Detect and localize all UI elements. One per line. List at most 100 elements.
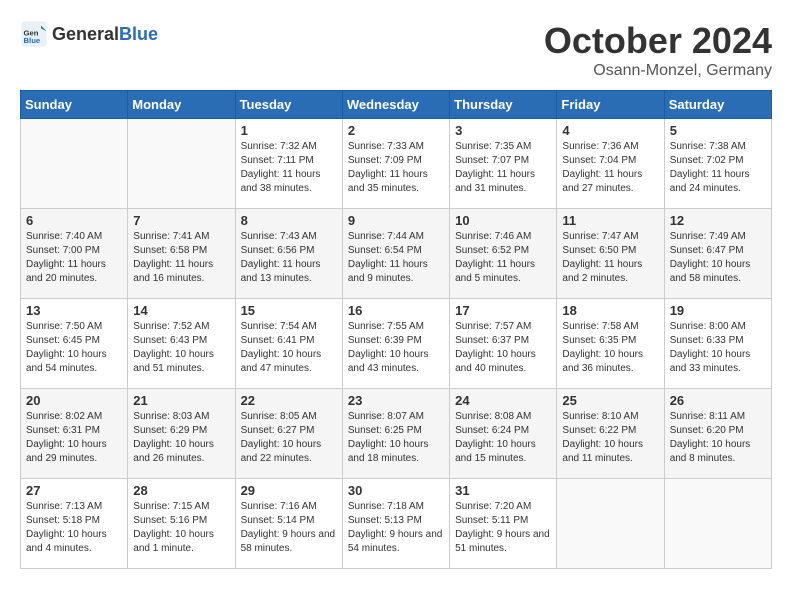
- day-info: Sunrise: 7:44 AM Sunset: 6:54 PM Dayligh…: [348, 230, 444, 286]
- day-info: Sunrise: 7:47 AM Sunset: 6:50 PM Dayligh…: [562, 230, 658, 286]
- day-info: Sunrise: 7:58 AM Sunset: 6:35 PM Dayligh…: [562, 320, 658, 376]
- day-number: 3: [455, 123, 551, 138]
- page-header: Gen Blue GeneralBlue October 2024 Osann-…: [20, 20, 772, 80]
- calendar-cell: 23Sunrise: 8:07 AM Sunset: 6:25 PM Dayli…: [342, 389, 449, 479]
- day-info: Sunrise: 8:08 AM Sunset: 6:24 PM Dayligh…: [455, 410, 551, 466]
- day-number: 15: [241, 303, 337, 318]
- calendar-cell: 14Sunrise: 7:52 AM Sunset: 6:43 PM Dayli…: [128, 299, 235, 389]
- day-info: Sunrise: 8:07 AM Sunset: 6:25 PM Dayligh…: [348, 410, 444, 466]
- day-info: Sunrise: 7:40 AM Sunset: 7:00 PM Dayligh…: [26, 230, 122, 286]
- calendar-cell: 24 Sunrise: 8:08 AM Sunset: 6:24 PM Dayli…: [450, 389, 557, 479]
- day-number: 26: [670, 393, 766, 408]
- day-number: 24: [455, 393, 551, 408]
- logo: Gen Blue GeneralBlue: [20, 20, 158, 48]
- day-info: Sunrise: 7:18 AM Sunset: 5:13 PM Dayligh…: [348, 500, 444, 556]
- day-number: 19: [670, 303, 766, 318]
- day-number: 25: [562, 393, 658, 408]
- calendar-cell: 13 Sunrise: 7:50 AM Sunset: 6:45 PM Dayli…: [21, 299, 128, 389]
- day-number: 4: [562, 123, 658, 138]
- day-number: 10: [455, 213, 551, 228]
- day-info: Sunrise: 8:10 AM Sunset: 6:22 PM Dayligh…: [562, 410, 658, 466]
- calendar-week-row: 6 Sunrise: 7:40 AM Sunset: 7:00 PM Daylig…: [21, 209, 772, 299]
- calendar-cell: 20 Sunrise: 8:02 AM Sunset: 6:31 PM Dayli…: [21, 389, 128, 479]
- day-info: Sunrise: 8:05 AM Sunset: 6:27 PM Dayligh…: [241, 410, 337, 466]
- day-number: 9: [348, 213, 444, 228]
- calendar-cell: 27 Sunrise: 7:13 AM Sunset: 5:18 PM Dayli…: [21, 479, 128, 569]
- day-info: Sunrise: 7:15 AM Sunset: 5:16 PM Dayligh…: [133, 500, 229, 556]
- weekday-header-sunday: Sunday: [21, 91, 128, 119]
- calendar-cell: 1Sunrise: 7:32 AM Sunset: 7:11 PM Daylig…: [235, 119, 342, 209]
- day-info: Sunrise: 7:13 AM Sunset: 5:18 PM Dayligh…: [26, 500, 122, 556]
- calendar-cell: 17 Sunrise: 7:57 AM Sunset: 6:37 PM Dayli…: [450, 299, 557, 389]
- calendar-header: SundayMondayTuesdayWednesdayThursdayFrid…: [21, 91, 772, 119]
- calendar-cell: 30 Sunrise: 7:18 AM Sunset: 5:13 PM Dayli…: [342, 479, 449, 569]
- calendar-cell: 2Sunrise: 7:33 AM Sunset: 7:09 PM Daylig…: [342, 119, 449, 209]
- day-info: Sunrise: 7:50 AM Sunset: 6:45 PM Dayligh…: [26, 320, 122, 376]
- day-number: 11: [562, 213, 658, 228]
- weekday-header-thursday: Thursday: [450, 91, 557, 119]
- calendar-cell: [21, 119, 128, 209]
- day-number: 12: [670, 213, 766, 228]
- calendar-title: October 2024: [544, 20, 772, 62]
- calendar-cell: 31Sunrise: 7:20 AM Sunset: 5:11 PM Dayli…: [450, 479, 557, 569]
- calendar-week-row: 27 Sunrise: 7:13 AM Sunset: 5:18 PM Dayli…: [21, 479, 772, 569]
- day-number: 7: [133, 213, 229, 228]
- day-info: Sunrise: 7:35 AM Sunset: 7:07 PM Dayligh…: [455, 140, 551, 196]
- logo-general-text: General: [52, 24, 119, 44]
- day-info: Sunrise: 8:02 AM Sunset: 6:31 PM Dayligh…: [26, 410, 122, 466]
- day-number: 2: [348, 123, 444, 138]
- day-number: 6: [26, 213, 122, 228]
- calendar-cell: 10 Sunrise: 7:46 AM Sunset: 6:52 PM Dayli…: [450, 209, 557, 299]
- day-number: 5: [670, 123, 766, 138]
- day-info: Sunrise: 7:55 AM Sunset: 6:39 PM Dayligh…: [348, 320, 444, 376]
- calendar-cell: 4Sunrise: 7:36 AM Sunset: 7:04 PM Daylig…: [557, 119, 664, 209]
- logo-icon: Gen Blue: [20, 20, 48, 48]
- svg-text:Blue: Blue: [24, 36, 41, 45]
- logo-blue-text: Blue: [119, 24, 158, 44]
- day-info: Sunrise: 7:46 AM Sunset: 6:52 PM Dayligh…: [455, 230, 551, 286]
- calendar-cell: [557, 479, 664, 569]
- calendar-body: 1Sunrise: 7:32 AM Sunset: 7:11 PM Daylig…: [21, 119, 772, 569]
- calendar-cell: 12 Sunrise: 7:49 AM Sunset: 6:47 PM Dayli…: [664, 209, 771, 299]
- weekday-header-friday: Friday: [557, 91, 664, 119]
- calendar-cell: 25 Sunrise: 8:10 AM Sunset: 6:22 PM Dayli…: [557, 389, 664, 479]
- day-number: 18: [562, 303, 658, 318]
- day-number: 28: [133, 483, 229, 498]
- day-number: 17: [455, 303, 551, 318]
- day-info: Sunrise: 7:41 AM Sunset: 6:58 PM Dayligh…: [133, 230, 229, 286]
- calendar-cell: 28 Sunrise: 7:15 AM Sunset: 5:16 PM Dayli…: [128, 479, 235, 569]
- calendar-week-row: 13 Sunrise: 7:50 AM Sunset: 6:45 PM Dayli…: [21, 299, 772, 389]
- day-info: Sunrise: 8:03 AM Sunset: 6:29 PM Dayligh…: [133, 410, 229, 466]
- day-number: 22: [241, 393, 337, 408]
- day-number: 21: [133, 393, 229, 408]
- day-number: 1: [241, 123, 337, 138]
- calendar-cell: 21 Sunrise: 8:03 AM Sunset: 6:29 PM Dayli…: [128, 389, 235, 479]
- day-number: 20: [26, 393, 122, 408]
- calendar-location: Osann-Monzel, Germany: [544, 62, 772, 80]
- day-number: 30: [348, 483, 444, 498]
- day-number: 27: [26, 483, 122, 498]
- calendar-cell: [664, 479, 771, 569]
- calendar-week-row: 1Sunrise: 7:32 AM Sunset: 7:11 PM Daylig…: [21, 119, 772, 209]
- day-number: 13: [26, 303, 122, 318]
- weekday-header-monday: Monday: [128, 91, 235, 119]
- calendar-cell: [128, 119, 235, 209]
- day-info: Sunrise: 7:38 AM Sunset: 7:02 PM Dayligh…: [670, 140, 766, 196]
- day-number: 16: [348, 303, 444, 318]
- day-info: Sunrise: 7:57 AM Sunset: 6:37 PM Dayligh…: [455, 320, 551, 376]
- day-info: Sunrise: 7:54 AM Sunset: 6:41 PM Dayligh…: [241, 320, 337, 376]
- calendar-table: SundayMondayTuesdayWednesdayThursdayFrid…: [20, 90, 772, 569]
- calendar-cell: 3 Sunrise: 7:35 AM Sunset: 7:07 PM Daylig…: [450, 119, 557, 209]
- day-number: 8: [241, 213, 337, 228]
- calendar-week-row: 20 Sunrise: 8:02 AM Sunset: 6:31 PM Dayli…: [21, 389, 772, 479]
- calendar-cell: 29Sunrise: 7:16 AM Sunset: 5:14 PM Dayli…: [235, 479, 342, 569]
- calendar-cell: 22 Sunrise: 8:05 AM Sunset: 6:27 PM Dayli…: [235, 389, 342, 479]
- calendar-cell: 16 Sunrise: 7:55 AM Sunset: 6:39 PM Dayli…: [342, 299, 449, 389]
- day-info: Sunrise: 7:49 AM Sunset: 6:47 PM Dayligh…: [670, 230, 766, 286]
- calendar-cell: 6 Sunrise: 7:40 AM Sunset: 7:00 PM Daylig…: [21, 209, 128, 299]
- calendar-cell: 7 Sunrise: 7:41 AM Sunset: 6:58 PM Daylig…: [128, 209, 235, 299]
- calendar-cell: 19 Sunrise: 8:00 AM Sunset: 6:33 PM Dayli…: [664, 299, 771, 389]
- day-info: Sunrise: 8:11 AM Sunset: 6:20 PM Dayligh…: [670, 410, 766, 466]
- weekday-header-tuesday: Tuesday: [235, 91, 342, 119]
- day-info: Sunrise: 8:00 AM Sunset: 6:33 PM Dayligh…: [670, 320, 766, 376]
